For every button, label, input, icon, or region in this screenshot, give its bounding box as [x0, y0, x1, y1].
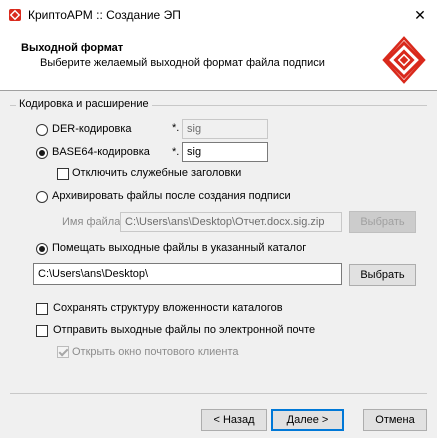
directory-path-input[interactable]: C:\Users\ans\Desktop\ — [33, 263, 342, 285]
page-title: Выходной формат — [21, 42, 124, 54]
open-mail-client-checkbox[interactable] — [57, 346, 69, 358]
group-label: Кодировка и расширение — [16, 98, 152, 110]
der-label[interactable]: DER-кодировка — [52, 123, 132, 135]
archive-browse-button[interactable]: Выбрать — [349, 211, 416, 233]
keep-structure-label[interactable]: Сохранять структуру вложенности каталого… — [53, 302, 283, 314]
window-title: КриптоАРМ :: Создание ЭП — [28, 8, 181, 22]
footer-divider — [10, 393, 427, 394]
filename-label: Имя файла: — [62, 216, 124, 228]
close-icon[interactable]: ✕ — [409, 5, 431, 25]
next-button-label: Далее > — [286, 414, 329, 426]
open-mail-client-label[interactable]: Открыть окно почтового клиента — [72, 346, 239, 358]
der-radio[interactable] — [36, 124, 48, 136]
der-ext-prefix: *. — [172, 122, 180, 134]
directory-radio[interactable] — [36, 243, 48, 255]
cryptoarm-logo — [382, 36, 426, 84]
archive-radio[interactable] — [36, 191, 48, 203]
archive-label[interactable]: Архивировать файлы после создания подпис… — [52, 190, 291, 202]
der-ext-input[interactable]: sig — [182, 119, 268, 139]
page-subtitle: Выберите желаемый выходной формат файла … — [40, 57, 325, 69]
archive-filename-input[interactable]: C:\Users\ans\Desktop\Отчет.docx.sig.zip — [120, 212, 342, 232]
send-email-checkbox[interactable] — [36, 325, 48, 337]
back-button-label: < Назад — [213, 414, 255, 426]
base64-radio[interactable] — [36, 147, 48, 159]
cancel-button-label: Отмена — [375, 414, 415, 426]
send-email-label[interactable]: Отправить выходные файлы по электронной … — [53, 324, 315, 336]
base64-label[interactable]: BASE64-кодировка — [52, 146, 150, 158]
back-button[interactable]: < Назад — [201, 409, 267, 431]
keep-structure-checkbox[interactable] — [36, 303, 48, 315]
directory-browse-button[interactable]: Выбрать — [349, 264, 416, 286]
base64-ext-prefix: *. — [172, 146, 180, 158]
app-icon — [9, 9, 21, 21]
next-button[interactable]: Далее > — [271, 409, 344, 431]
disable-headers-label[interactable]: Отключить служебные заголовки — [72, 167, 241, 179]
base64-ext-input[interactable]: sig — [182, 142, 268, 162]
cancel-button[interactable]: Отмена — [363, 409, 427, 431]
disable-headers-checkbox[interactable] — [57, 168, 69, 180]
directory-label[interactable]: Помещать выходные файлы в указанный ката… — [52, 242, 306, 254]
